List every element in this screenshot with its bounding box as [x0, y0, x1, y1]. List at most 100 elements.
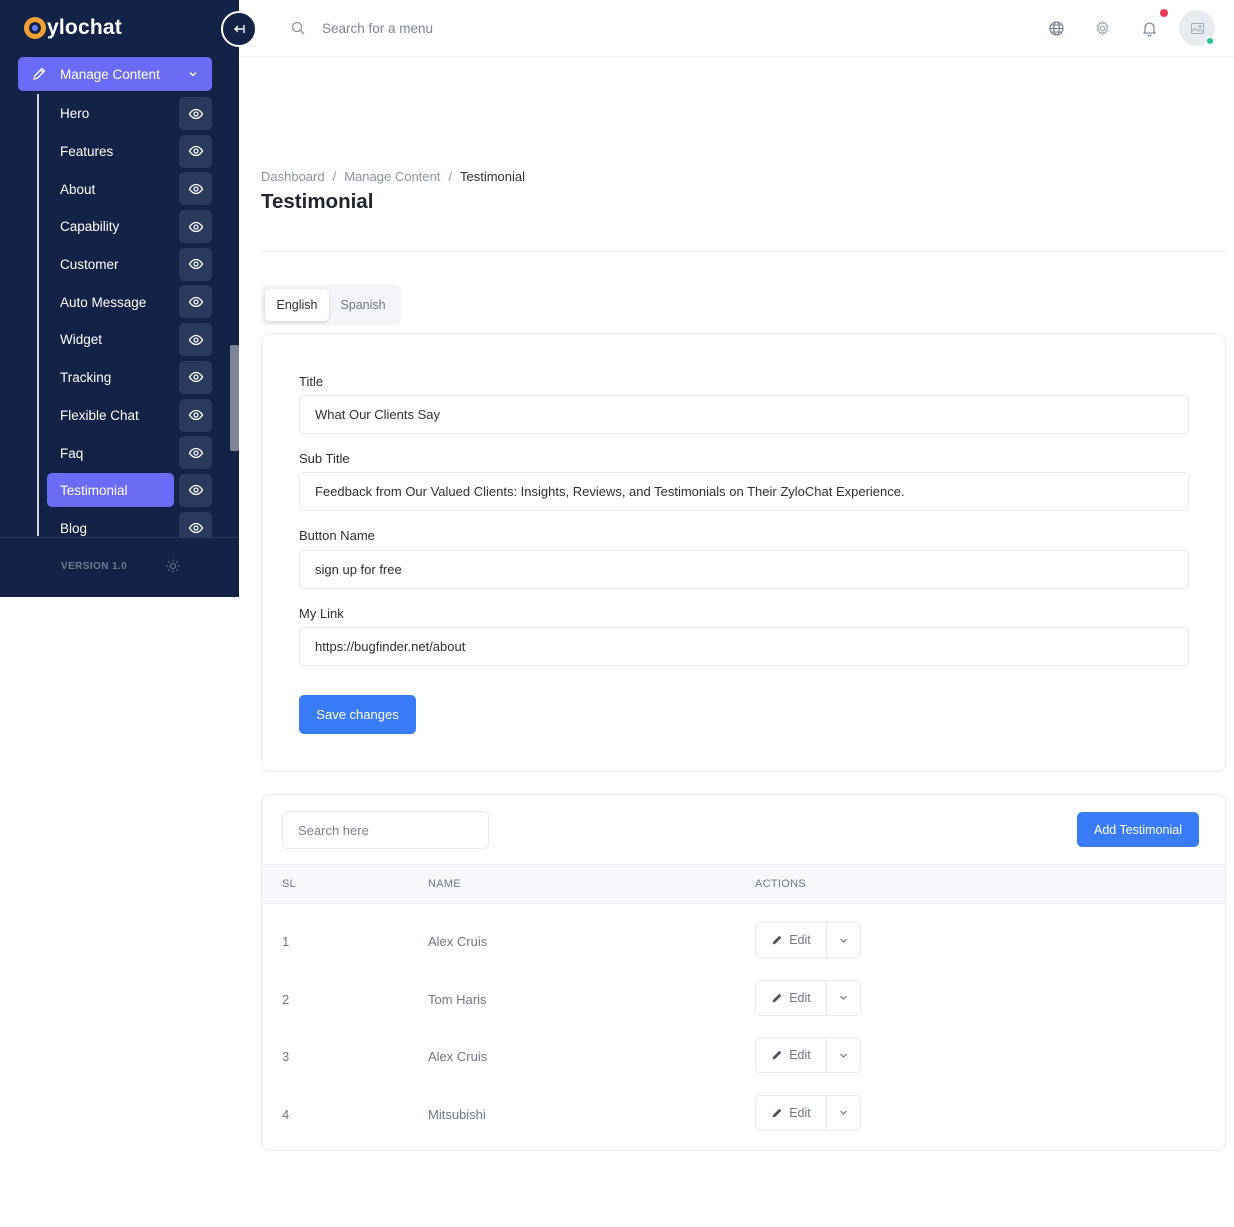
brand-logo[interactable]: ylochat — [24, 14, 122, 42]
pencil-icon — [772, 993, 782, 1002]
sidebar-item-label: Customer — [60, 257, 119, 273]
search-icon — [291, 21, 305, 35]
sidebar-item-auto-message[interactable]: Auto Message — [47, 283, 213, 321]
sidebar-item-widget[interactable]: Widget — [47, 321, 213, 359]
edit-button[interactable]: Edit — [756, 980, 827, 1015]
actions-dropdown-button[interactable] — [827, 923, 860, 957]
add-testimonial-button[interactable]: Add Testimonial — [1077, 812, 1199, 847]
table-row: 3 Alex Cruis Edit — [262, 1028, 1225, 1086]
sidebar-item-label: Hero — [60, 106, 90, 122]
sidebar-item-label: Capability — [60, 219, 120, 235]
sidebar-item-label: Auto Message — [60, 294, 147, 310]
testimonial-form-card: Title What Our Clients Say Sub Title Fee… — [261, 333, 1226, 772]
edit-button[interactable]: Edit — [756, 1038, 827, 1072]
sidebar-item-customer[interactable]: Customer — [47, 246, 213, 284]
sidebar-item-label: Testimonial — [60, 483, 128, 499]
sidebar-item-testimonial[interactable]: Testimonial — [47, 472, 213, 510]
sidebar-item-hero[interactable]: Hero — [47, 95, 213, 133]
sidebar-item-tracking[interactable]: Tracking — [47, 359, 213, 397]
actions-dropdown-button[interactable] — [827, 981, 860, 1015]
table-row: 2 Tom Haris Edit — [262, 971, 1225, 1029]
eye-icon[interactable] — [179, 134, 212, 168]
menu-search-input[interactable]: Search for a menu — [322, 21, 433, 36]
online-status-dot — [1205, 36, 1215, 46]
breadcrumb-separator: / — [332, 169, 337, 184]
pencil-icon — [772, 1050, 782, 1060]
logo-icon — [24, 17, 46, 39]
logo-text: ylochat — [47, 16, 122, 39]
my-link-label: My Link — [299, 606, 344, 621]
language-tabs: English Spanish — [261, 285, 401, 325]
sidebar-item-label: Tracking — [60, 370, 112, 386]
row-sl: 4 — [282, 1106, 290, 1122]
sidebar-footer: VERSION 1.0 — [0, 537, 239, 597]
save-changes-button[interactable]: Save changes — [299, 695, 416, 734]
subtitle-input[interactable]: Feedback from Our Valued Clients: Insigh… — [299, 472, 1189, 511]
breadcrumb-current: Testimonial — [459, 169, 526, 184]
page-title: Testimonial — [261, 190, 374, 213]
eye-icon[interactable] — [179, 511, 212, 537]
pencil-icon — [33, 67, 46, 80]
eye-icon[interactable] — [179, 285, 212, 319]
tab-spanish[interactable]: Spanish — [331, 289, 395, 321]
row-actions: Edit — [755, 1094, 861, 1131]
sidebar-item-capability[interactable]: Capability — [47, 208, 213, 246]
topbar: Search for a menu — [239, 0, 1234, 57]
eye-icon[interactable] — [179, 247, 212, 281]
eye-icon[interactable] — [179, 398, 212, 432]
row-actions: Edit — [755, 1037, 861, 1073]
bell-icon[interactable] — [1141, 20, 1158, 37]
eye-icon[interactable] — [179, 473, 212, 507]
table-row: 1 Alex Cruis Edit — [262, 913, 1225, 971]
testimonial-table-card: Search here Add Testimonial SL NAME ACTI… — [261, 794, 1226, 1151]
edit-label: Edit — [789, 1048, 811, 1062]
table-search-input[interactable]: Search here — [282, 811, 489, 849]
pencil-icon — [772, 935, 782, 945]
sidebar-scrollbar[interactable] — [230, 345, 239, 451]
edit-button[interactable]: Edit — [756, 1095, 827, 1130]
actions-dropdown-button[interactable] — [827, 1096, 860, 1130]
breadcrumb-manage-content[interactable]: Manage Content — [344, 169, 440, 184]
sidebar-item-faq[interactable]: Faq — [47, 434, 213, 472]
button-name-input[interactable]: sign up for free — [299, 550, 1189, 589]
sidebar-item-flexible-chat[interactable]: Flexible Chat — [47, 397, 213, 435]
my-link-input[interactable]: https://bugfinder.net/about — [299, 627, 1189, 666]
row-actions: Edit — [755, 979, 861, 1016]
chevron-down-icon — [189, 72, 197, 77]
chevron-down-icon — [840, 938, 847, 943]
tab-english[interactable]: English — [265, 289, 329, 321]
eye-icon[interactable] — [179, 97, 212, 130]
eye-icon[interactable] — [179, 172, 212, 206]
breadcrumb-separator: / — [448, 169, 452, 184]
column-header-sl: SL — [282, 878, 297, 890]
notification-dot — [1160, 9, 1168, 17]
submenu-guide-line — [37, 94, 39, 536]
subtitle-label: Sub Title — [299, 451, 350, 466]
manage-content-menu[interactable]: Manage Content — [18, 57, 212, 91]
row-sl: 1 — [282, 934, 290, 949]
breadcrumb-dashboard[interactable]: Dashboard — [261, 169, 325, 184]
row-sl: 2 — [282, 991, 290, 1007]
actions-dropdown-button[interactable] — [827, 1038, 860, 1072]
pencil-icon — [772, 1108, 782, 1117]
edit-label: Edit — [789, 1105, 811, 1120]
sidebar-item-features[interactable]: Features — [47, 133, 213, 171]
row-sl: 3 — [282, 1049, 290, 1064]
eye-icon[interactable] — [179, 323, 212, 357]
sun-icon[interactable] — [166, 559, 180, 573]
manage-content-label: Manage Content — [60, 66, 160, 82]
gear-icon[interactable] — [1094, 20, 1111, 37]
eye-icon[interactable] — [179, 210, 212, 244]
edit-label: Edit — [789, 990, 811, 1005]
sidebar-item-label: Flexible Chat — [60, 407, 139, 423]
edit-label: Edit — [789, 933, 811, 947]
sidebar-item-label: Blog — [60, 520, 88, 536]
row-actions: Edit — [755, 922, 861, 958]
eye-icon[interactable] — [179, 360, 212, 394]
sidebar-item-blog[interactable]: Blog — [47, 510, 213, 537]
sidebar-item-about[interactable]: About — [47, 170, 213, 208]
eye-icon[interactable] — [179, 436, 212, 470]
edit-button[interactable]: Edit — [756, 923, 827, 957]
title-input[interactable]: What Our Clients Say — [299, 395, 1189, 434]
globe-icon[interactable] — [1048, 20, 1065, 37]
